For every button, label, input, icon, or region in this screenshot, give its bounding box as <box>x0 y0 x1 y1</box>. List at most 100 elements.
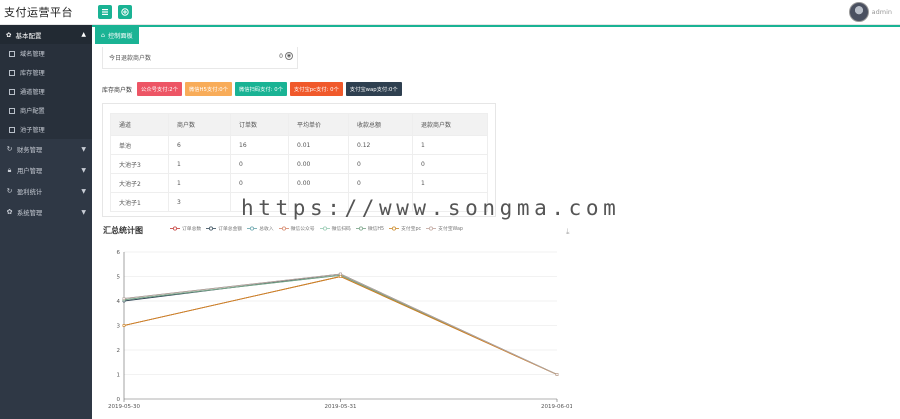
badge-alipay-pc: 支付宝pc支付: 0个 <box>289 82 343 96</box>
table-cell: 0 <box>230 173 289 193</box>
add-tab-button[interactable] <box>118 5 132 19</box>
menu-icon <box>102 9 108 15</box>
legend-label: 微信H5 <box>367 227 385 232</box>
legend-swatch <box>170 226 180 231</box>
table-cell: 0 <box>230 154 289 174</box>
sidebar-item-label: 域名管理 <box>20 51 45 58</box>
table-cell: 0.01 <box>288 135 349 155</box>
table-cell: 大池子2 <box>110 173 169 193</box>
sidebar-section-label: 基本配置 <box>15 31 42 40</box>
sidebar-item-label: 池子管理 <box>20 127 45 134</box>
data-point <box>339 274 343 278</box>
sidebar-item-label: 用户管理 <box>17 168 43 175</box>
sidebar-item-domain[interactable]: 域名管理 <box>0 44 92 63</box>
legend-item[interactable]: 微信公众号 <box>278 225 315 232</box>
table-cell: 0 <box>348 154 413 174</box>
legend-item[interactable]: 支付宝Wap <box>426 225 463 232</box>
download-icon[interactable]: ⤓ <box>566 227 570 237</box>
sidebar: ✿ 基本配置 ▲ 域名管理 库存管理 通道管理 商户配置 池子管理 ↻ 财务管理… <box>0 25 92 419</box>
legend-swatch <box>278 226 289 231</box>
sidebar-item-finance[interactable]: ↻ 财务管理 ▼ <box>0 139 92 160</box>
legend-label: 微信扫码 <box>331 227 351 232</box>
table-cell: 大池子3 <box>110 154 169 174</box>
legend-label: 支付宝pc <box>401 227 422 232</box>
table-cell: 0 <box>412 154 488 174</box>
summary-line-chart: 0 1 2 3 4 5 6 2019-05-30 2019-05-31 2019-06-01 <box>108 250 572 410</box>
sidebar-item-label: 系统管理 <box>17 210 43 217</box>
x-tick-label: 2019-05-31 <box>325 404 357 410</box>
chevron-up-icon: ▲ <box>81 31 86 38</box>
avatar[interactable] <box>848 2 869 22</box>
checkbox-icon <box>9 69 15 76</box>
sidebar-item-system[interactable]: ✿ 系统管理 ▼ <box>0 202 92 223</box>
legend-item[interactable]: 订单总金额 <box>206 225 242 232</box>
tab-label: 控制面板 <box>107 33 133 40</box>
checkbox-icon <box>9 88 15 95</box>
legend-item[interactable]: 微信H5 <box>355 225 385 232</box>
sidebar-item-merchant[interactable]: 商户配置 <box>0 101 92 120</box>
table-row: 单池 6 16 0.01 0.12 1 <box>110 135 488 155</box>
badge-wechat-h5: 微信H5支付:0个 <box>184 82 232 96</box>
legend-label: 微信公众号 <box>290 227 315 232</box>
legend-label: 订单总金额 <box>218 227 243 232</box>
lock-icon: 🔒︎ <box>7 166 12 174</box>
chart-title: 汇总统计图 <box>103 226 143 235</box>
sidebar-item-label: 库存管理 <box>20 70 45 77</box>
table-header: 商户数 <box>168 113 231 136</box>
tab-bar: ⌂ 控制面板 <box>92 25 900 44</box>
refund-merchant-card: 今日退款商户数 0 ◉ <box>102 47 298 69</box>
top-bar: 支付运营平台 admin <box>0 0 900 25</box>
refresh-icon: ↻ <box>6 145 13 153</box>
sidebar-item-stock[interactable]: 库存管理 <box>0 63 92 82</box>
watermark-text: https://www.songma.com <box>241 196 621 220</box>
legend-label: 总收入 <box>259 227 274 232</box>
y-tick-label: 3 <box>117 324 121 330</box>
table-cell: 6 <box>168 135 231 155</box>
tab-dashboard[interactable]: ⌂ 控制面板 <box>95 27 139 44</box>
badge-wechat-official: 公众号支付:2个 <box>137 82 182 96</box>
sidebar-item-profit[interactable]: ↻ 盈利统计 ▼ <box>0 181 92 202</box>
legend-item[interactable]: 微信扫码 <box>319 225 351 232</box>
y-tick-label: 1 <box>117 373 121 379</box>
chevron-down-icon: ▼ <box>81 146 86 153</box>
sidebar-item-users[interactable]: 🔒︎ 用户管理 ▼ <box>0 160 92 181</box>
table-cell: 0.00 <box>288 154 349 174</box>
table-cell: 1 <box>412 173 488 193</box>
sidebar-item-pool[interactable]: 池子管理 <box>0 120 92 139</box>
legend-item[interactable]: 订单总数 <box>170 225 201 232</box>
legend-swatch <box>355 226 366 231</box>
sidebar-item-channel[interactable]: 通道管理 <box>0 82 92 101</box>
info-icon[interactable]: ◉ <box>285 52 293 60</box>
data-point <box>122 297 126 301</box>
gear-icon: ✿ <box>6 208 13 216</box>
sidebar-section-basic-config[interactable]: ✿ 基本配置 ▲ <box>0 25 92 44</box>
plus-icon <box>121 8 129 16</box>
chevron-down-icon: ▼ <box>81 188 86 195</box>
table-cell: 1 <box>412 135 488 155</box>
sidebar-item-label: 盈利统计 <box>17 189 43 196</box>
legend-item[interactable]: 支付宝pc <box>389 225 421 232</box>
checkbox-icon <box>9 107 15 114</box>
table-header: 平均单价 <box>288 113 349 136</box>
badge-wechat-scan: 微信扫码支付: 0个 <box>234 82 287 96</box>
series-line <box>123 274 558 375</box>
legend-swatch <box>389 226 400 231</box>
x-tick-label: 2019-05-30 <box>108 404 140 410</box>
checkbox-icon <box>9 50 15 57</box>
table-cell: 0.12 <box>348 135 413 155</box>
legend-item[interactable]: 总收入 <box>247 225 274 232</box>
y-tick-label: 2 <box>117 348 121 354</box>
series-line <box>123 274 558 375</box>
table-row: 大池子2 1 0 0.00 0 1 <box>110 173 488 193</box>
y-tick-label: 5 <box>117 275 121 281</box>
table-cell: 16 <box>230 135 289 155</box>
menu-toggle-button[interactable] <box>98 5 112 19</box>
user-menu[interactable]: admin <box>848 2 892 22</box>
stock-badges: 库存商户数 公众号支付:2个 微信H5支付:0个 微信扫码支付: 0个 支付宝p… <box>102 82 402 96</box>
y-tick-label: 4 <box>117 299 121 305</box>
user-name[interactable]: admin <box>872 8 892 16</box>
chart-legend[interactable]: 订单总数 订单总金额 总收入 微信公众号 微信扫码 微信H5 支付宝pc 支付宝Wap <box>170 225 463 232</box>
card-label: 今日退款商户数 <box>109 55 152 62</box>
main-content: 今日退款商户数 0 ◉ 库存商户数 公众号支付:2个 微信H5支付:0个 微信扫… <box>92 44 900 419</box>
refresh-icon: ↻ <box>6 187 13 195</box>
